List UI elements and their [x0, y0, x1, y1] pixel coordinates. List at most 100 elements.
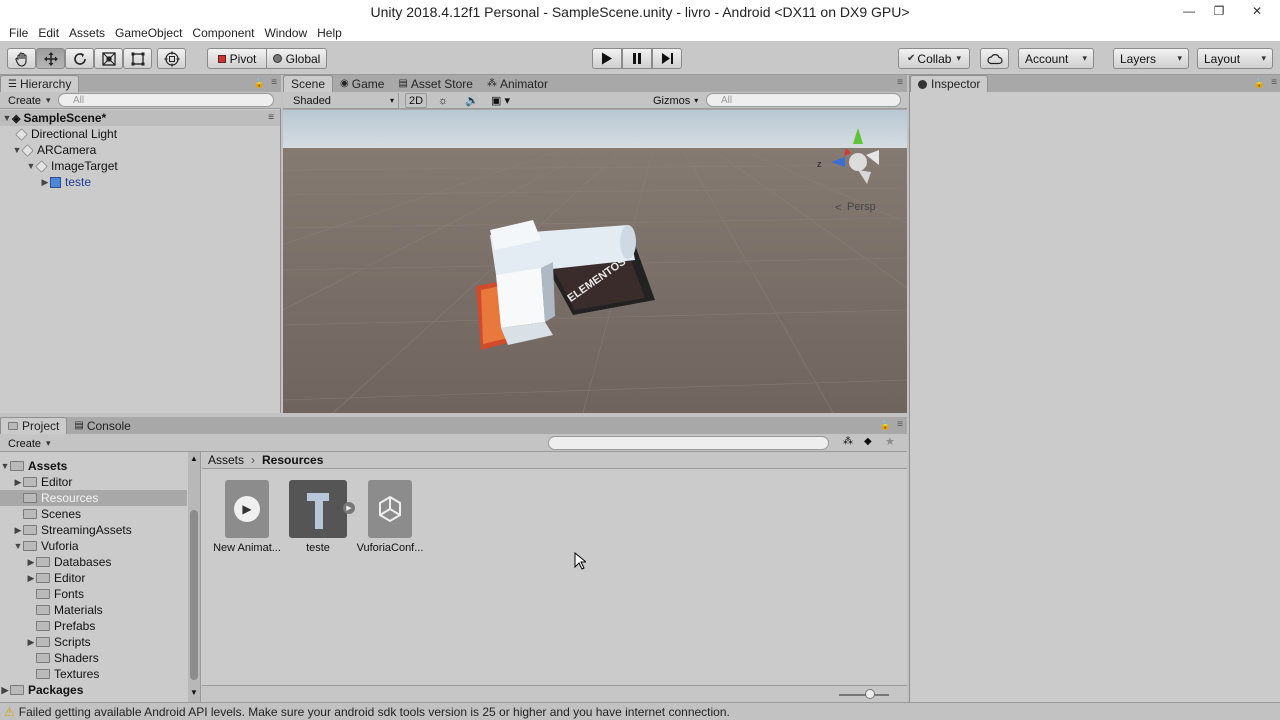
tab-inspector[interactable]: Inspector: [910, 75, 989, 92]
hierarchy-item-teste[interactable]: ▶ teste: [40, 174, 91, 190]
lighting-toggle-button[interactable]: ☼: [438, 93, 448, 108]
tree-item-textures[interactable]: Textures: [36, 666, 99, 682]
asset-zoom-slider[interactable]: [839, 694, 889, 696]
lock-icon[interactable]: 🔒: [880, 420, 891, 431]
tab-console[interactable]: ▤ Console: [67, 417, 137, 434]
close-button[interactable]: ✕: [1234, 0, 1280, 22]
2d-toggle-button[interactable]: 2D: [405, 93, 427, 108]
menu-help[interactable]: Help: [312, 26, 347, 40]
collapse-arrow-icon[interactable]: ▶: [13, 525, 23, 536]
cloud-services-button[interactable]: [980, 48, 1009, 69]
project-search-input[interactable]: [548, 436, 829, 450]
lock-icon[interactable]: 🔒: [1254, 78, 1265, 89]
collapse-arrow-icon[interactable]: ▶: [26, 557, 36, 568]
collapse-arrow-icon[interactable]: ▶: [26, 637, 36, 648]
slider-handle[interactable]: [865, 689, 875, 699]
favorite-star-icon[interactable]: ★: [885, 435, 895, 448]
scroll-down-icon[interactable]: ▼: [190, 688, 198, 697]
tree-item-prefabs[interactable]: Prefabs: [36, 618, 95, 634]
tab-game[interactable]: ◉ Game: [333, 75, 391, 92]
scene-search-input[interactable]: All: [706, 93, 901, 107]
layers-dropdown[interactable]: Layers: [1113, 48, 1189, 69]
global-toggle-button[interactable]: Global: [266, 48, 327, 69]
project-create-dropdown[interactable]: Create: [8, 436, 51, 451]
panel-menu-icon[interactable]: ≡: [1271, 77, 1277, 88]
audio-toggle-button[interactable]: 🔊: [465, 93, 479, 108]
expand-arrow-icon[interactable]: ▼: [0, 461, 10, 471]
panel-menu-icon[interactable]: ≡: [271, 77, 277, 88]
tree-item-materials[interactable]: Materials: [36, 602, 103, 618]
account-dropdown[interactable]: Account: [1018, 48, 1094, 69]
step-button[interactable]: [652, 48, 682, 69]
move-tool-button[interactable]: [36, 48, 65, 69]
tab-project[interactable]: Project: [0, 417, 68, 434]
minimize-button[interactable]: —: [1174, 0, 1204, 22]
menu-gameobject[interactable]: GameObject: [110, 26, 187, 40]
tree-item-shaders[interactable]: Shaders: [36, 650, 99, 666]
rotate-tool-button[interactable]: [65, 48, 94, 69]
hierarchy-item-directional-light[interactable]: Directional Light: [15, 126, 117, 142]
folder-tree-scrollbar[interactable]: ▲ ▼: [188, 452, 200, 702]
persp-label[interactable]: Persp: [847, 201, 876, 213]
tree-item-streamingassets[interactable]: ▶ StreamingAssets: [13, 522, 132, 538]
panel-menu-icon[interactable]: ≡: [897, 419, 903, 430]
tree-item-packages[interactable]: ▶ Packages: [0, 682, 84, 698]
hierarchy-item-imagetarget[interactable]: ▼ ImageTarget: [26, 158, 118, 174]
tree-item-scenes[interactable]: Scenes: [23, 506, 81, 522]
breadcrumb-resources[interactable]: Resources: [262, 453, 323, 467]
scroll-up-icon[interactable]: ▲: [190, 454, 198, 463]
scene-viewport[interactable]: ELEMENTOS z < Persp: [283, 110, 907, 413]
menu-edit[interactable]: Edit: [33, 26, 64, 40]
tree-item-assets[interactable]: ▼ Assets: [0, 458, 68, 474]
filter-by-type-icon[interactable]: ⁂: [843, 436, 853, 447]
scene-menu-icon[interactable]: ≡: [268, 112, 274, 123]
shading-mode-dropdown[interactable]: Shaded ▾: [287, 93, 399, 108]
hand-tool-button[interactable]: [7, 48, 36, 69]
tab-scene[interactable]: Scene: [283, 75, 334, 92]
asset-item[interactable]: ▶ New Animat...: [210, 480, 284, 554]
breadcrumb-assets[interactable]: Assets: [208, 453, 244, 467]
hierarchy-item-arcamera[interactable]: ▼ ARCamera: [12, 142, 97, 158]
menu-window[interactable]: Window: [259, 26, 312, 40]
scale-tool-button[interactable]: [94, 48, 123, 69]
menu-component[interactable]: Component: [187, 26, 259, 40]
collapse-arrow-icon[interactable]: ▶: [40, 177, 50, 188]
play-button[interactable]: [592, 48, 622, 69]
tree-item-vuforia[interactable]: ▼ Vuforia: [13, 538, 79, 554]
scene-header-row[interactable]: ▼ ◈ SampleScene* ≡: [0, 110, 280, 126]
collapse-arrow-icon[interactable]: ▶: [26, 573, 36, 584]
menu-file[interactable]: File: [4, 26, 33, 40]
restore-button[interactable]: ❐: [1204, 0, 1234, 22]
menu-assets[interactable]: Assets: [64, 26, 110, 40]
asset-item[interactable]: VuforiaConf...: [353, 480, 427, 554]
effects-dropdown[interactable]: ▣ ▾: [491, 93, 510, 108]
filter-by-label-icon[interactable]: ◆: [864, 436, 872, 447]
scrollbar-thumb[interactable]: [190, 510, 198, 680]
tree-item-resources[interactable]: Resources: [0, 490, 187, 506]
panel-menu-icon[interactable]: ≡: [897, 77, 903, 88]
collab-dropdown[interactable]: ✔ Collab: [898, 48, 970, 69]
collapse-arrow-icon[interactable]: ▶: [13, 477, 23, 488]
tab-asset-store[interactable]: ▤ Asset Store: [391, 75, 479, 92]
tree-item-scripts[interactable]: ▶ Scripts: [26, 634, 91, 650]
gizmos-dropdown[interactable]: Gizmos ▾: [653, 93, 698, 108]
transform-tool-button[interactable]: [157, 48, 186, 69]
tree-item-vuforia-editor[interactable]: ▶ Editor: [26, 570, 86, 586]
layout-dropdown[interactable]: Layout: [1197, 48, 1273, 69]
rect-tool-button[interactable]: [123, 48, 152, 69]
status-bar[interactable]: ⚠ Failed getting available Android API l…: [0, 702, 1280, 720]
tree-item-fonts[interactable]: Fonts: [36, 586, 84, 602]
expand-arrow-icon[interactable]: ▼: [2, 113, 12, 123]
pause-button[interactable]: [622, 48, 652, 69]
asset-item[interactable]: ▶ teste: [281, 480, 355, 554]
collapse-arrow-icon[interactable]: ▶: [0, 685, 10, 696]
hierarchy-search-input[interactable]: All: [58, 93, 274, 107]
tree-item-editor[interactable]: ▶ Editor: [13, 474, 73, 490]
tab-animator[interactable]: ⁂ Animator: [480, 75, 555, 92]
lock-icon[interactable]: 🔒: [254, 78, 265, 89]
hierarchy-create-dropdown[interactable]: Create: [8, 93, 51, 108]
tree-item-databases[interactable]: ▶ Databases: [26, 554, 112, 570]
expand-arrow-icon[interactable]: ▼: [13, 541, 23, 551]
pivot-toggle-button[interactable]: Pivot: [207, 48, 267, 69]
tab-hierarchy[interactable]: ☰ Hierarchy: [0, 75, 80, 92]
